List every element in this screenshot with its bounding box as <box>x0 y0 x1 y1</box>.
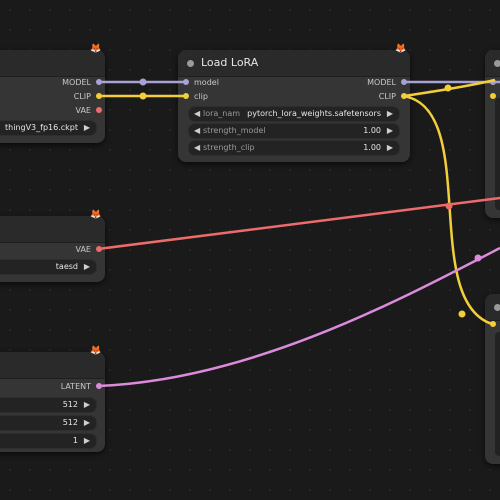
vae-name-widget[interactable]: taesd ▶ <box>0 259 97 275</box>
strength-model-label: strength_model <box>203 126 266 135</box>
height-widget[interactable]: 512 ▶ <box>0 415 97 431</box>
height-value: 512 <box>62 418 78 427</box>
text-area[interactable] <box>495 98 500 210</box>
fox-icon: 🦊 <box>90 210 102 220</box>
input-slot-clip[interactable]: clip <box>194 90 208 103</box>
strength-model-widget[interactable]: ◀ strength_model 1.00 ▶ <box>188 123 400 139</box>
output-slot-model[interactable]: MODEL <box>316 76 396 89</box>
output-dot-model[interactable] <box>401 79 407 85</box>
vae-name-value: taesd <box>55 262 78 271</box>
node-title: Load LoRA <box>201 56 259 69</box>
lora-name-value: pytorch_lora_weights.safetensors <box>247 109 381 118</box>
text-encoder-node-bottom[interactable] <box>485 294 500 464</box>
wire-clip-lora-to-encoder-bottom[interactable] <box>403 94 493 326</box>
wire-clip-top-midpoint[interactable] <box>444 84 452 92</box>
node-header[interactable] <box>0 50 105 77</box>
strength-model-value: 1.00 <box>363 126 381 135</box>
arrow-right-icon[interactable]: ▶ <box>84 416 90 430</box>
wire-vae[interactable] <box>97 196 500 251</box>
output-dot-model[interactable] <box>96 79 102 85</box>
output-dot-latent[interactable] <box>96 383 102 389</box>
input-label-model: model <box>194 78 219 87</box>
output-dot-vae[interactable] <box>96 107 102 113</box>
wire-clip-bottom-midpoint[interactable] <box>458 310 466 318</box>
width-value: 512 <box>62 400 78 409</box>
text-area[interactable] <box>495 332 500 456</box>
arrow-right-icon[interactable]: ▶ <box>84 260 90 274</box>
text-encoder-node-top[interactable] <box>485 50 500 218</box>
arrow-right-icon[interactable]: ▶ <box>387 124 393 138</box>
wire-model-midpoint[interactable] <box>139 78 147 86</box>
node-header[interactable]: Load LoRA <box>178 50 410 77</box>
input-label-clip: clip <box>194 92 208 101</box>
lora-name-widget[interactable]: ◀ lora_nam pytorch_lora_weights.safetens… <box>188 106 400 122</box>
input-dot-model[interactable] <box>490 79 496 85</box>
arrow-right-icon[interactable]: ▶ <box>387 141 393 155</box>
output-dot-vae[interactable] <box>96 246 102 252</box>
input-dot-clip[interactable] <box>490 321 496 327</box>
ckpt-name-widget[interactable]: thingV3_fp16.ckpt ▶ <box>0 120 97 136</box>
width-widget[interactable]: 512 ▶ <box>0 397 97 413</box>
wire-clip-lora-to-encoder-top[interactable] <box>403 78 496 98</box>
input-dot-model[interactable] <box>183 79 189 85</box>
strength-clip-widget[interactable]: ◀ strength_clip 1.00 ▶ <box>188 140 400 156</box>
input-slot-model[interactable]: model <box>194 76 219 89</box>
arrow-left-icon[interactable]: ◀ <box>194 124 200 138</box>
checkpoint-loader-node[interactable]: MODEL CLIP VAE thingV3_fp16.ckpt ▶ <box>0 50 105 143</box>
output-label-model: MODEL <box>62 78 91 87</box>
ckpt-name-value: thingV3_fp16.ckpt <box>4 123 78 132</box>
lora-name-label: lora_nam <box>203 109 241 118</box>
wire-clip-midpoint[interactable] <box>139 92 147 100</box>
output-label-clip: CLIP <box>378 92 396 101</box>
collapse-dot-icon[interactable] <box>494 60 500 67</box>
node-header[interactable] <box>0 216 105 243</box>
input-dot-clip[interactable] <box>490 93 496 99</box>
output-label-vae: VAE <box>75 245 92 254</box>
output-label-clip: CLIP <box>73 92 91 101</box>
output-dot-clip[interactable] <box>96 93 102 99</box>
fox-icon: 🦊 <box>90 346 102 356</box>
output-slot-vae[interactable]: VAE <box>11 243 92 256</box>
arrow-right-icon[interactable]: ▶ <box>387 107 393 121</box>
wire-vae-midpoint[interactable] <box>445 202 453 210</box>
output-label-vae: VAE <box>75 106 92 115</box>
output-label-latent: LATENT <box>60 382 91 391</box>
empty-latent-node[interactable]: LATENT 512 ▶ 512 ▶ 1 ▶ <box>0 352 105 452</box>
strength-clip-label: strength_clip <box>203 143 255 152</box>
fox-icon: 🦊 <box>90 44 102 54</box>
fox-icon: 🦊 <box>395 44 407 54</box>
arrow-right-icon[interactable]: ▶ <box>84 121 90 135</box>
batch-size-value: 1 <box>72 436 78 445</box>
wire-latent[interactable] <box>97 246 500 388</box>
wire-latent-midpoint[interactable] <box>474 254 482 262</box>
output-slot-vae[interactable]: VAE <box>11 104 92 117</box>
arrow-left-icon[interactable]: ◀ <box>194 141 200 155</box>
strength-clip-value: 1.00 <box>363 143 381 152</box>
output-dot-clip[interactable] <box>401 93 407 99</box>
vae-loader-node[interactable]: VAE taesd ▶ <box>0 216 105 282</box>
collapse-dot-icon[interactable] <box>187 60 194 67</box>
input-dot-clip[interactable] <box>183 93 189 99</box>
output-slot-latent[interactable]: LATENT <box>11 380 91 393</box>
node-header[interactable] <box>0 352 105 379</box>
collapse-dot-icon[interactable] <box>494 304 500 311</box>
output-slot-clip[interactable]: CLIP <box>316 90 396 103</box>
output-slot-model[interactable]: MODEL <box>11 76 91 89</box>
load-lora-node[interactable]: Load LoRA model clip MODEL CLIP ◀ lora_n… <box>178 50 410 162</box>
arrow-left-icon[interactable]: ◀ <box>194 107 200 121</box>
arrow-right-icon[interactable]: ▶ <box>84 398 90 412</box>
output-label-model: MODEL <box>367 78 396 87</box>
batch-size-widget[interactable]: 1 ▶ <box>0 433 97 449</box>
output-slot-clip[interactable]: CLIP <box>11 90 91 103</box>
node-header[interactable] <box>485 294 500 321</box>
node-header[interactable] <box>485 50 500 77</box>
arrow-right-icon[interactable]: ▶ <box>84 434 90 448</box>
